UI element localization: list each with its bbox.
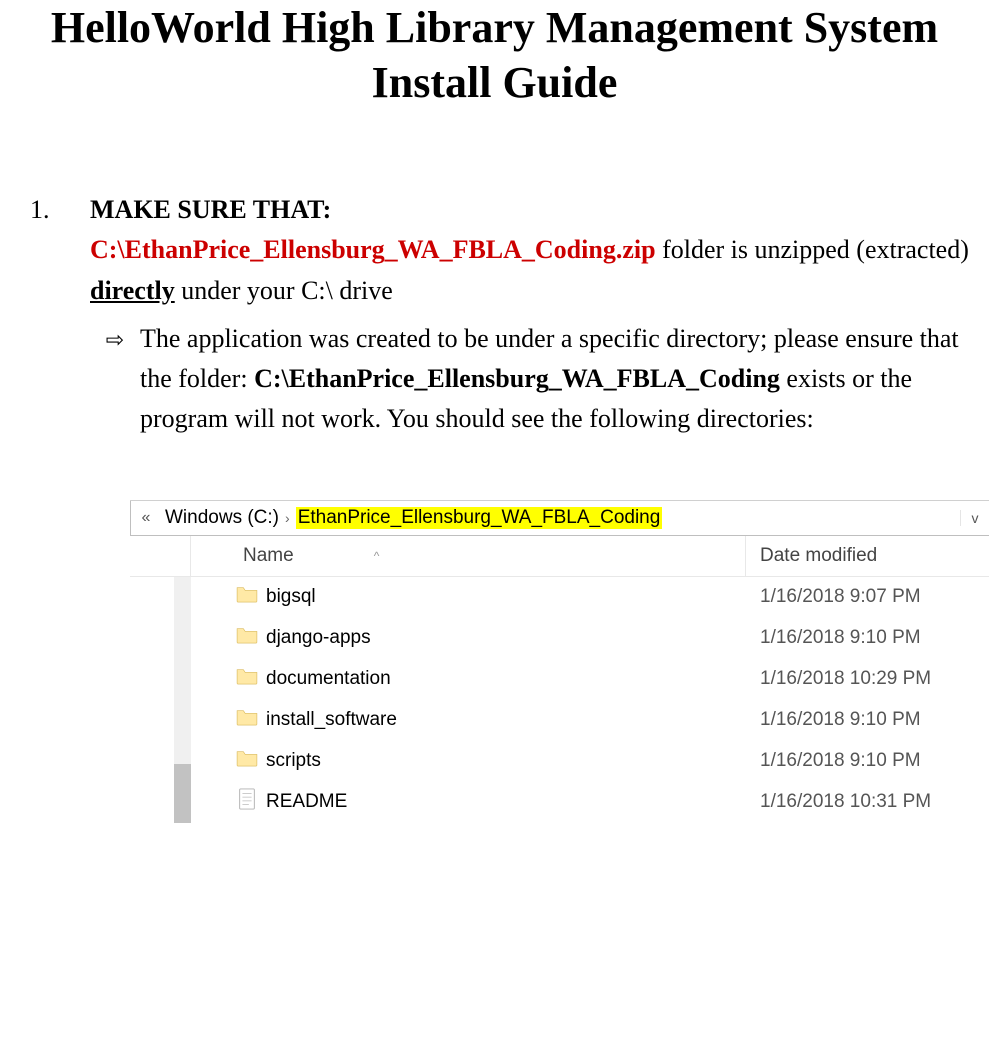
step-text-a: folder is unzipped (extracted) bbox=[656, 235, 969, 264]
step-1: 1. MAKE SURE THAT: C:\EthanPrice_Ellensb… bbox=[30, 190, 969, 440]
breadcrumb-current[interactable]: EthanPrice_Ellensburg_WA_FBLA_Coding bbox=[296, 507, 663, 529]
name-header-label: Name bbox=[243, 545, 294, 567]
sub-bullet-1: ⇨ The application was created to be unde… bbox=[90, 319, 969, 440]
step-body: MAKE SURE THAT: C:\EthanPrice_Ellensburg… bbox=[90, 190, 969, 440]
make-sure-heading: MAKE SURE THAT: bbox=[90, 195, 331, 224]
column-header-date[interactable]: Date modified bbox=[745, 536, 989, 576]
document-title: HelloWorld High Library Management Syste… bbox=[0, 0, 989, 110]
folder-row[interactable]: install_software1/16/2018 9:10 PM bbox=[130, 700, 989, 741]
folder-icon bbox=[236, 749, 266, 773]
directly-word: directly bbox=[90, 276, 175, 305]
item-name: README bbox=[266, 791, 746, 813]
item-name: bigsql bbox=[266, 586, 746, 608]
file-explorer: « Windows (C:) › EthanPrice_Ellensburg_W… bbox=[130, 500, 989, 823]
sort-asc-icon: ^ bbox=[374, 549, 380, 563]
item-name: django-apps bbox=[266, 627, 746, 649]
item-name: install_software bbox=[266, 709, 746, 731]
scrollbar-thumb[interactable] bbox=[174, 764, 191, 823]
text-file-icon bbox=[236, 788, 266, 816]
item-date: 1/16/2018 9:07 PM bbox=[746, 586, 989, 608]
chevron-down-icon[interactable]: v bbox=[960, 510, 989, 526]
document-body: 1. MAKE SURE THAT: C:\EthanPrice_Ellensb… bbox=[0, 190, 989, 823]
scrollbar-vertical[interactable] bbox=[174, 577, 191, 823]
step-line-1: MAKE SURE THAT: bbox=[90, 190, 969, 230]
column-headers: Name ^ Date modified bbox=[130, 536, 989, 577]
column-header-name[interactable]: Name ^ bbox=[237, 545, 745, 567]
file-row[interactable]: README1/16/2018 10:31 PM bbox=[130, 782, 989, 823]
zip-path: C:\EthanPrice_Ellensburg_WA_FBLA_Coding.… bbox=[90, 235, 656, 264]
breadcrumb-drive[interactable]: Windows (C:) bbox=[165, 507, 279, 529]
sub-bullet-text: The application was created to be under … bbox=[140, 319, 969, 440]
item-date: 1/16/2018 10:31 PM bbox=[746, 791, 989, 813]
folder-row[interactable]: scripts1/16/2018 9:10 PM bbox=[130, 741, 989, 782]
item-date: 1/16/2018 10:29 PM bbox=[746, 668, 989, 690]
item-date: 1/16/2018 9:10 PM bbox=[746, 627, 989, 649]
header-spacer bbox=[130, 536, 191, 576]
folder-row[interactable]: documentation1/16/2018 10:29 PM bbox=[130, 659, 989, 700]
folder-icon bbox=[236, 708, 266, 732]
folder-icon bbox=[236, 626, 266, 650]
folder-row[interactable]: django-apps1/16/2018 9:10 PM bbox=[130, 618, 989, 659]
item-date: 1/16/2018 9:10 PM bbox=[746, 750, 989, 772]
folder-row[interactable]: bigsql1/16/2018 9:07 PM bbox=[130, 577, 989, 618]
breadcrumb: Windows (C:) › EthanPrice_Ellensburg_WA_… bbox=[161, 507, 960, 529]
item-name: documentation bbox=[266, 668, 746, 690]
file-list: bigsql1/16/2018 9:07 PMdjango-apps1/16/2… bbox=[130, 577, 989, 823]
item-name: scripts bbox=[266, 750, 746, 772]
arrow-right-icon: ⇨ bbox=[90, 319, 140, 357]
item-date: 1/16/2018 9:10 PM bbox=[746, 709, 989, 731]
document-page: HelloWorld High Library Management Syste… bbox=[0, 0, 989, 823]
step-text-b: under your C:\ drive bbox=[175, 276, 393, 305]
folder-icon bbox=[236, 667, 266, 691]
address-bar[interactable]: « Windows (C:) › EthanPrice_Ellensburg_W… bbox=[130, 501, 989, 536]
step-line-2: C:\EthanPrice_Ellensburg_WA_FBLA_Coding.… bbox=[90, 230, 969, 311]
chevron-right-icon[interactable]: › bbox=[285, 510, 290, 526]
step-number: 1. bbox=[30, 190, 90, 230]
breadcrumb-overflow-icon[interactable]: « bbox=[131, 509, 161, 527]
folder-icon bbox=[236, 585, 266, 609]
date-header-label: Date modified bbox=[760, 545, 877, 567]
folder-path: C:\EthanPrice_Ellensburg_WA_FBLA_Coding bbox=[254, 364, 780, 393]
